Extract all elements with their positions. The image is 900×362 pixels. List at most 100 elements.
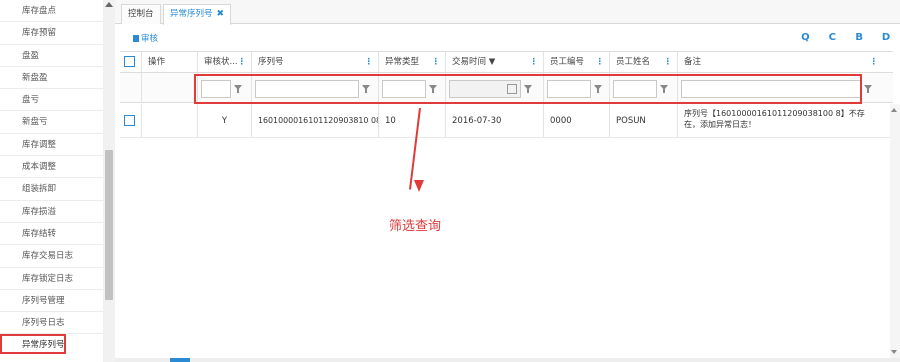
- sidebar-item-inventory-count[interactable]: 库存盘点: [0, 0, 103, 23]
- filter-funnel-icon[interactable]: [426, 80, 440, 98]
- filter-remark-input[interactable]: [681, 80, 861, 98]
- filter-empno-input[interactable]: [547, 80, 591, 98]
- tab-abnormal-serial-label: 异常序列号: [170, 9, 213, 19]
- scroll-down-icon[interactable]: [891, 350, 897, 354]
- audit-icon: [133, 35, 139, 42]
- filter-cell-remark: [678, 73, 883, 102]
- sidebar-item-abnormal-serial[interactable]: 异常序列号: [0, 334, 66, 355]
- search-icon[interactable]: Q: [799, 32, 811, 43]
- sidebar-item-assembly[interactable]: 组装拆卸: [0, 178, 103, 201]
- sidebar-list: 库存盘点 库存预留 盘盈 新盘盈 盘亏 新盘亏 库存调整 成本调整 组装拆卸 库…: [0, 0, 103, 355]
- scroll-up-icon[interactable]: [105, 2, 113, 7]
- filter-funnel-icon[interactable]: [861, 80, 875, 98]
- arrow-down-icon: [414, 180, 424, 192]
- toolbar: 审核 Q C B D: [115, 24, 900, 50]
- sidebar-scrollbar[interactable]: [103, 0, 115, 362]
- select-all-checkbox[interactable]: [124, 56, 135, 67]
- toolbar-icons: Q C B D: [787, 32, 892, 43]
- sidebar-item-loss[interactable]: 盘亏: [0, 89, 103, 112]
- row-select-cell: [120, 104, 142, 137]
- scroll-up-icon[interactable]: [891, 108, 897, 112]
- sidebar-item-serial-log[interactable]: 序列号日志: [0, 312, 103, 335]
- filter-status-input[interactable]: [201, 80, 231, 98]
- header-date-label: 交易时间 ▼: [452, 57, 496, 67]
- annotation-label: 筛选查询: [389, 219, 442, 234]
- save-icon[interactable]: B: [853, 32, 865, 43]
- column-menu-icon[interactable]: ⋮: [238, 52, 247, 72]
- undo-icon[interactable]: D: [880, 32, 892, 43]
- main-panel: 控制台 异常序列号 ✖ 审核 Q C B D 操作 审核状... ⋮ 序列号 ⋮ 异常…: [115, 0, 900, 362]
- sidebar: 库存盘点 库存预留 盘盈 新盘盈 盘亏 新盘亏 库存调整 成本调整 组装拆卸 库…: [0, 0, 115, 362]
- header-type[interactable]: 异常类型 ⋮: [379, 52, 446, 72]
- row-empname-cell: POSUN: [610, 104, 678, 137]
- header-op-label: 操作: [148, 57, 166, 67]
- refresh-icon[interactable]: C: [826, 32, 838, 43]
- grid-scrollbar[interactable]: [890, 104, 900, 358]
- header-empname[interactable]: 员工姓名 ⋮: [610, 52, 678, 72]
- column-menu-icon[interactable]: ⋮: [365, 52, 374, 72]
- filter-funnel-icon[interactable]: [521, 80, 535, 98]
- row-serial-cell: 1601000016101120903810 08: [252, 104, 379, 137]
- filter-funnel-icon[interactable]: [359, 80, 373, 98]
- row-remark-cell: 序列号【16010000161011209038100 8】不存在，添加异常日志…: [684, 109, 865, 129]
- column-menu-icon[interactable]: ⋮: [530, 52, 539, 72]
- column-menu-icon[interactable]: ⋮: [596, 52, 605, 72]
- close-icon[interactable]: ✖: [217, 9, 225, 19]
- sidebar-item-inventory-reserve[interactable]: 库存预留: [0, 22, 103, 45]
- row-type-cell: 10: [379, 104, 446, 137]
- table-row[interactable]: Y 1601000016101120903810 08 10 2016-07-3…: [120, 104, 893, 138]
- calendar-icon[interactable]: [507, 84, 517, 94]
- tab-console-label: 控制台: [128, 9, 154, 19]
- filter-cell-type: [379, 73, 446, 102]
- filter-cell-op: [142, 73, 198, 102]
- header-select-all[interactable]: [120, 52, 142, 72]
- header-op[interactable]: 操作: [142, 52, 198, 72]
- header-serial[interactable]: 序列号 ⋮: [252, 52, 379, 72]
- header-status-label: 审核状...: [204, 57, 238, 67]
- row-empno-cell: 0000: [544, 104, 610, 137]
- tab-console[interactable]: 控制台: [121, 4, 161, 24]
- filter-date-input[interactable]: [449, 80, 521, 98]
- header-serial-label: 序列号: [258, 57, 284, 67]
- grid-header: 操作 审核状... ⋮ 序列号 ⋮ 异常类型 ⋮ 交易时间 ▼ ⋮ 员工编号 ⋮ 员工姓名…: [120, 51, 893, 73]
- audit-button-label: 审核: [141, 34, 159, 44]
- header-remark-label: 备注: [684, 57, 702, 67]
- filter-type-input[interactable]: [382, 80, 426, 98]
- sidebar-item-surplus[interactable]: 盘盈: [0, 45, 103, 67]
- header-empno[interactable]: 员工编号 ⋮: [544, 52, 610, 72]
- tab-abnormal-serial[interactable]: 异常序列号 ✖: [163, 4, 232, 25]
- filter-cell-date: [446, 73, 544, 102]
- sidebar-item-inventory-adjust[interactable]: 库存调整: [0, 134, 103, 157]
- sidebar-item-inventory-lock-log[interactable]: 库存锁定日志: [0, 268, 103, 290]
- header-remark[interactable]: 备注 ⋮: [678, 52, 883, 72]
- row-checkbox[interactable]: [124, 115, 135, 126]
- audit-button[interactable]: 审核: [133, 32, 158, 44]
- horizontal-scrollbar[interactable]: [115, 358, 900, 362]
- header-status[interactable]: 审核状... ⋮: [198, 52, 252, 72]
- filter-empname-input[interactable]: [613, 80, 657, 98]
- filter-funnel-icon[interactable]: [657, 80, 671, 98]
- sidebar-item-serial-manage[interactable]: 序列号管理: [0, 290, 103, 313]
- header-empname-label: 员工姓名: [616, 57, 651, 67]
- column-menu-icon[interactable]: ⋮: [664, 52, 673, 72]
- sidebar-item-cost-adjust[interactable]: 成本调整: [0, 156, 103, 179]
- sidebar-item-inventory-txn-log[interactable]: 库存交易日志: [0, 245, 103, 268]
- sidebar-scroll-thumb[interactable]: [105, 150, 113, 300]
- sidebar-item-new-surplus[interactable]: 新盘盈: [0, 67, 103, 90]
- column-menu-icon[interactable]: ⋮: [870, 52, 879, 72]
- app-window: 库存盘点 库存预留 盘盈 新盘盈 盘亏 新盘亏 库存调整 成本调整 组装拆卸 库…: [0, 0, 900, 362]
- filter-funnel-icon[interactable]: [591, 80, 605, 98]
- sidebar-item-inventory-carryover[interactable]: 库存结转: [0, 223, 103, 246]
- sidebar-item-new-loss[interactable]: 新盘亏: [0, 111, 103, 134]
- filter-funnel-icon[interactable]: [231, 80, 245, 98]
- header-date[interactable]: 交易时间 ▼ ⋮: [446, 52, 544, 72]
- header-type-label: 异常类型: [385, 57, 420, 67]
- horizontal-scroll-thumb[interactable]: [170, 358, 190, 362]
- row-op-cell: [142, 104, 198, 137]
- filter-cell-empno: [544, 73, 610, 102]
- filter-serial-input[interactable]: [255, 80, 359, 98]
- filter-cell-empname: [610, 73, 678, 102]
- column-menu-icon[interactable]: ⋮: [432, 52, 441, 72]
- filter-cell-serial: [252, 73, 379, 102]
- sidebar-item-inventory-damage[interactable]: 库存损溢: [0, 201, 103, 223]
